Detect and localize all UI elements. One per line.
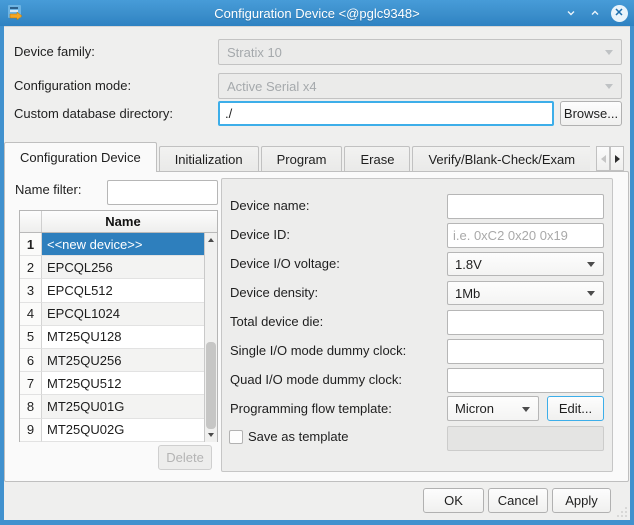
programming-flow-template-select[interactable]: Micron [447, 396, 539, 421]
device-family-select: Stratix 10 [218, 39, 622, 65]
window-controls: ✕ [562, 0, 628, 26]
scroll-down-icon[interactable] [205, 429, 217, 442]
maximize-button[interactable] [586, 4, 604, 22]
configuration-mode-select: Active Serial x4 [218, 73, 622, 99]
table-rows: 1 <<new device>> 2 EPCQL256 3 EPCQL512 [20, 233, 204, 442]
arrow-left-icon [601, 155, 606, 163]
close-icon: ✕ [611, 5, 628, 22]
total-device-die-input[interactable] [447, 310, 604, 335]
single-io-dummy-clock-label: Single I/O mode dummy clock: [230, 339, 406, 363]
device-io-voltage-select[interactable]: 1.8V [447, 252, 604, 276]
table-row[interactable]: 9 MT25QU02G [20, 419, 204, 442]
resize-grip[interactable] [615, 505, 627, 517]
device-density-select[interactable]: 1Mb [447, 281, 604, 305]
save-as-template-checkbox[interactable] [229, 430, 243, 444]
single-io-dummy-clock-input[interactable] [447, 339, 604, 364]
device-family-value: Stratix 10 [227, 45, 282, 60]
configuration-mode-label: Configuration mode: [14, 73, 131, 99]
chevron-down-icon [587, 291, 595, 296]
table-header[interactable]: Name [20, 211, 217, 233]
chevron-down-icon [566, 8, 576, 18]
configuration-device-tab-page: Name filter: Name 1 <<new device>> [4, 171, 629, 482]
delete-button[interactable]: Delete [158, 445, 212, 470]
custom-database-directory-label: Custom database directory: [14, 101, 173, 126]
tab-scroll-left-button[interactable] [596, 146, 610, 171]
browse-button[interactable]: Browse... [560, 101, 622, 126]
device-name-input[interactable] [447, 194, 604, 219]
chevron-down-icon [587, 262, 595, 267]
apply-button[interactable]: Apply [552, 488, 611, 513]
edit-button[interactable]: Edit... [547, 396, 604, 421]
total-device-die-label: Total device die: [230, 310, 323, 334]
app-icon [7, 4, 25, 22]
table-row[interactable]: 4 EPCQL1024 [20, 303, 204, 326]
row-number-header [20, 211, 42, 232]
scroll-up-icon[interactable] [205, 233, 217, 246]
tab-scroll-right-button[interactable] [610, 146, 624, 171]
device-id-input[interactable] [447, 223, 604, 248]
name-filter-label: Name filter: [15, 178, 81, 202]
configuration-device-dialog: Configuration Device <@pglc9348> ✕ Devic… [0, 0, 634, 525]
device-density-label: Device density: [230, 281, 318, 305]
name-filter-input[interactable] [107, 180, 218, 205]
table-row[interactable]: 5 MT25QU128 [20, 326, 204, 349]
table-row[interactable]: 8 MT25QU01G [20, 395, 204, 418]
device-properties-group: Device name: Device ID: Device I/O volta… [221, 178, 613, 472]
save-as-template-label: Save as template [248, 425, 348, 449]
tab-configuration-device[interactable]: Configuration Device [4, 142, 157, 172]
chevron-down-icon [605, 50, 613, 55]
device-density-value: 1Mb [455, 286, 480, 301]
table-scrollbar[interactable] [204, 233, 217, 442]
chevron-down-icon [522, 407, 530, 412]
titlebar[interactable]: Configuration Device <@pglc9348> ✕ [0, 0, 634, 26]
name-column-header[interactable]: Name [42, 211, 204, 232]
tab-initialization[interactable]: Initialization [159, 146, 259, 172]
device-name-label: Device name: [230, 194, 309, 218]
window-title: Configuration Device <@pglc9348> [0, 6, 634, 21]
quad-io-dummy-clock-input[interactable] [447, 368, 604, 393]
tab-erase[interactable]: Erase [344, 146, 410, 172]
shade-button[interactable] [562, 4, 580, 22]
table-row[interactable]: 3 EPCQL512 [20, 279, 204, 302]
table-row[interactable]: 6 MT25QU256 [20, 349, 204, 372]
table-row[interactable]: 2 EPCQL256 [20, 256, 204, 279]
tab-program[interactable]: Program [261, 146, 343, 172]
programming-flow-template-value: Micron [455, 401, 494, 416]
device-table[interactable]: Name 1 <<new device>> 2 EPCQL256 [19, 210, 218, 442]
cancel-button[interactable]: Cancel [488, 488, 548, 513]
programming-flow-template-label: Programming flow template: [230, 397, 392, 421]
tab-verify-blank-check-examine[interactable]: Verify/Blank-Check/Exam [412, 146, 590, 172]
ok-button[interactable]: OK [423, 488, 484, 513]
dialog-body: Device family: Stratix 10 Configuration … [4, 26, 630, 520]
quad-io-dummy-clock-label: Quad I/O mode dummy clock: [230, 368, 402, 392]
scrollbar-thumb[interactable] [206, 342, 216, 429]
close-button[interactable]: ✕ [610, 4, 628, 22]
device-family-label: Device family: [14, 39, 95, 65]
custom-database-directory-input[interactable] [218, 101, 554, 126]
table-body: 1 <<new device>> 2 EPCQL256 3 EPCQL512 [20, 233, 217, 442]
configuration-mode-value: Active Serial x4 [227, 79, 317, 94]
chevron-down-icon [605, 84, 613, 89]
chevron-up-icon [590, 8, 600, 18]
device-io-voltage-value: 1.8V [455, 257, 482, 272]
save-as-template-input [447, 426, 604, 451]
arrow-right-icon [615, 155, 620, 163]
device-id-label: Device ID: [230, 223, 290, 247]
table-row[interactable]: 7 MT25QU512 [20, 372, 204, 395]
table-row[interactable]: 1 <<new device>> [20, 233, 204, 256]
tab-bar: Configuration Device Initialization Prog… [4, 142, 596, 172]
device-io-voltage-label: Device I/O voltage: [230, 252, 340, 276]
